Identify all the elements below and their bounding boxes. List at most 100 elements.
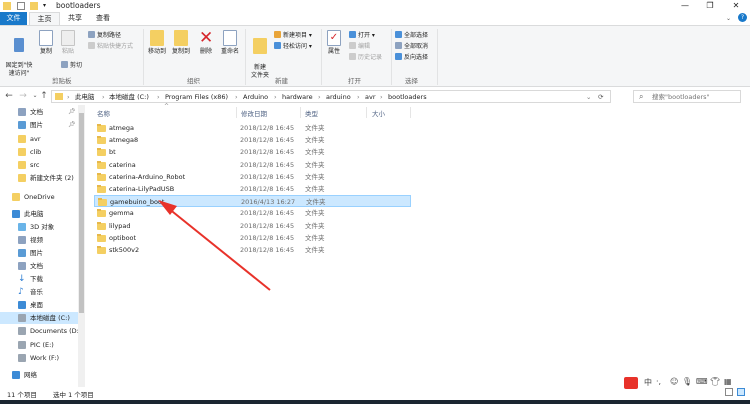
punctuation-icon[interactable]: ·,: [656, 377, 661, 386]
nav-item-network[interactable]: 网络: [0, 369, 78, 381]
nav-item-work-f[interactable]: Work (F:): [0, 352, 78, 364]
history-button[interactable]: 历史记录: [349, 53, 382, 62]
nav-item-this-pc[interactable]: 此电脑: [0, 208, 78, 220]
paste-shortcut-button[interactable]: 粘贴快捷方式: [88, 42, 133, 51]
help-icon[interactable]: ?: [738, 13, 747, 22]
easy-access-button[interactable]: 轻松访问 ▾: [274, 42, 312, 51]
column-header-type[interactable]: 类型: [305, 108, 318, 118]
microphone-icon[interactable]: 🎙︎: [682, 377, 692, 386]
nav-item-src[interactable]: src: [0, 159, 78, 171]
nav-item-desktop[interactable]: 桌面: [0, 299, 78, 311]
tab-share[interactable]: 共享: [62, 12, 88, 25]
column-header-date[interactable]: 修改日期: [241, 108, 267, 118]
nav-item-3d-objects[interactable]: 3D 对象: [0, 221, 78, 233]
tab-file[interactable]: 文件: [0, 12, 27, 25]
toolbox-icon[interactable]: ▦: [724, 377, 732, 386]
file-type: 文件夹: [305, 221, 325, 230]
breadcrumb-arduino-2[interactable]: arduino: [326, 92, 351, 102]
file-row[interactable]: lilypad 2018/12/8 16:45 文件夹: [94, 220, 411, 232]
file-row[interactable]: caterina-Arduino_Robot 2018/12/8 16:45 文件夹: [94, 171, 411, 183]
nav-item-onedrive[interactable]: OneDrive: [0, 191, 78, 203]
column-divider[interactable]: [410, 107, 411, 118]
nav-scrollbar-thumb[interactable]: [79, 113, 84, 313]
emoji-icon[interactable]: ☺: [670, 377, 678, 386]
new-item-button[interactable]: 新建项目 ▾: [274, 31, 312, 40]
file-row[interactable]: bt 2018/12/8 16:45 文件夹: [94, 146, 411, 158]
nav-item-downloads[interactable]: ↓ 下载: [0, 273, 78, 285]
nav-item-videos[interactable]: 视频: [0, 234, 78, 246]
search-box[interactable]: ⌕: [633, 90, 741, 103]
copy-path-button[interactable]: 复制路径: [88, 31, 121, 40]
address-dropdown-icon[interactable]: ⌄: [586, 92, 591, 102]
skin-icon[interactable]: 👕︎: [710, 377, 720, 386]
properties-button[interactable]: ✓ 属性: [325, 30, 343, 56]
rename-button[interactable]: 重命名: [219, 30, 241, 56]
breadcrumb-arduino[interactable]: Arduino: [243, 92, 268, 102]
address-bar[interactable]: › 此电脑 › 本地磁盘 (C:) › Program Files (x86) …: [51, 90, 611, 103]
breadcrumb-this-pc[interactable]: 此电脑: [75, 92, 95, 102]
copy-button[interactable]: 复制: [37, 30, 55, 56]
open-button[interactable]: 打开 ▾: [349, 31, 375, 40]
copy-to-button[interactable]: 复制到: [170, 30, 192, 56]
nav-item-label: 桌面: [30, 301, 43, 309]
breadcrumb-hardware[interactable]: hardware: [282, 92, 313, 102]
file-name: caterina-LilyPadUSB: [109, 185, 175, 193]
column-divider[interactable]: [300, 107, 301, 118]
file-row[interactable]: optiboot 2018/12/8 16:45 文件夹: [94, 232, 411, 244]
file-row[interactable]: stk500v2 2018/12/8 16:45 文件夹: [94, 244, 411, 256]
keyboard-icon[interactable]: ⌨: [696, 377, 708, 386]
select-none-button[interactable]: 全部取消: [395, 42, 428, 51]
tab-view[interactable]: 查看: [90, 12, 116, 25]
tab-home[interactable]: 主页: [29, 12, 60, 25]
breadcrumb-program-files[interactable]: Program Files (x86): [165, 92, 228, 102]
nav-item-local-disk-c[interactable]: 本地磁盘 (C:): [0, 312, 78, 324]
new-folder-quick-icon[interactable]: [30, 2, 38, 10]
close-button[interactable]: ✕: [724, 0, 748, 12]
file-row[interactable]: gemma 2018/12/8 16:45 文件夹: [94, 207, 411, 219]
nav-item-clib[interactable]: clib: [0, 146, 78, 158]
move-to-button[interactable]: 移动到: [146, 30, 168, 56]
column-divider[interactable]: [366, 107, 367, 118]
breadcrumb-avr[interactable]: avr: [365, 92, 376, 102]
search-input[interactable]: [652, 92, 740, 102]
nav-scrollbar[interactable]: [78, 105, 85, 387]
cut-button[interactable]: 剪切: [61, 61, 82, 70]
nav-item-avr[interactable]: avr: [0, 133, 78, 145]
file-row[interactable]: caterina-LilyPadUSB 2018/12/8 16:45 文件夹: [94, 183, 411, 195]
chinese-mode-icon[interactable]: 中: [644, 377, 652, 388]
column-divider[interactable]: [236, 107, 237, 118]
maximize-button[interactable]: ❐: [698, 0, 722, 12]
input-method-logo-icon[interactable]: [624, 377, 638, 389]
edit-button[interactable]: 编辑: [349, 42, 370, 51]
up-arrow-icon[interactable]: ↑: [38, 90, 50, 102]
minimize-button[interactable]: —: [673, 0, 697, 12]
paste-button[interactable]: 粘贴: [59, 30, 77, 56]
column-header-name[interactable]: 名称: [97, 108, 110, 118]
file-row[interactable]: atmega8 2018/12/8 16:45 文件夹: [94, 134, 411, 146]
column-header-size[interactable]: 大小: [372, 108, 385, 118]
nav-item-documents-d[interactable]: Documents (D:: [0, 325, 79, 337]
nav-item-pictures[interactable]: 图片 📌︎: [0, 119, 78, 131]
breadcrumb-local-disk[interactable]: 本地磁盘 (C:): [109, 92, 149, 102]
nav-item-music[interactable]: ♪ 音乐: [0, 286, 78, 298]
nav-item-pictures-pc[interactable]: 图片: [0, 247, 78, 259]
file-row[interactable]: gamebuino_boot 2016/4/13 16:27 文件夹: [94, 195, 411, 208]
properties-quick-icon[interactable]: [17, 2, 25, 10]
file-row[interactable]: caterina 2018/12/8 16:45 文件夹: [94, 159, 411, 171]
invert-selection-button[interactable]: 反向选择: [395, 53, 428, 62]
file-row[interactable]: atmega 2018/12/8 16:45 文件夹: [94, 122, 411, 134]
customize-quick-access-icon[interactable]: ▾: [43, 2, 51, 10]
nav-item-pic-e[interactable]: PIC (E:): [0, 339, 78, 351]
breadcrumb-bootloaders[interactable]: bootloaders: [388, 92, 427, 102]
expand-ribbon-icon[interactable]: ⌄: [726, 15, 731, 22]
nav-item-new-folder-2[interactable]: 新建文件夹 (2): [0, 172, 78, 184]
new-folder-button[interactable]: 新建 文件夹: [249, 30, 271, 80]
nav-item-documents[interactable]: 文档 📌︎: [0, 106, 78, 118]
select-all-button[interactable]: 全部选择: [395, 31, 428, 40]
refresh-icon[interactable]: ⟳: [598, 92, 603, 102]
nav-item-documents-pc[interactable]: 文档: [0, 260, 78, 272]
pin-quick-access-button[interactable]: 固定到"快 速访问": [3, 30, 35, 78]
forward-arrow-icon[interactable]: →: [17, 90, 29, 102]
back-arrow-icon[interactable]: ←: [3, 90, 15, 102]
delete-button[interactable]: ✕ 删除: [197, 30, 215, 56]
